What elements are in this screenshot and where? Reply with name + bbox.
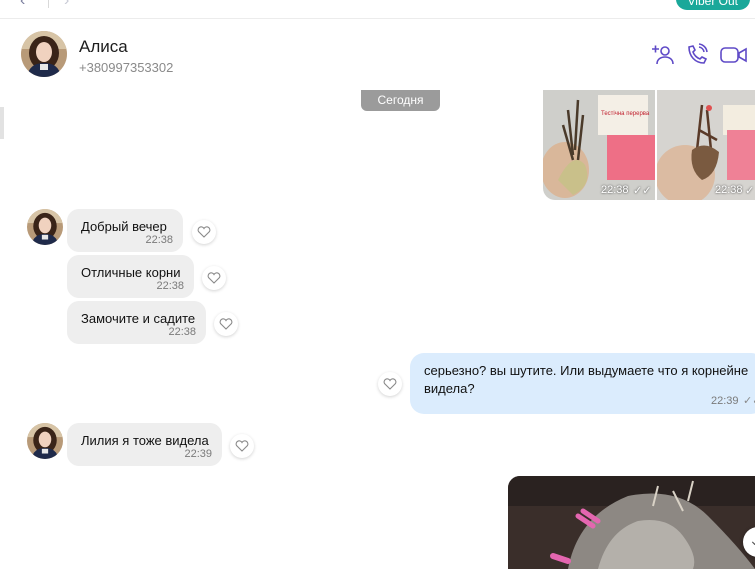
chevron-right-icon[interactable]: › [64, 0, 78, 9]
nav-divider [48, 0, 49, 8]
like-button[interactable] [230, 434, 254, 458]
message-bubble-incoming[interactable]: Добрый вечер 22:38 [67, 209, 183, 252]
video-call-icon[interactable] [719, 43, 747, 67]
message-time: 22:38 [156, 280, 184, 292]
date-separator: Сегодня [361, 90, 440, 111]
like-button[interactable] [378, 372, 402, 396]
top-navigation-strip: ‹ › Viber Out [0, 0, 755, 19]
message-bubble-incoming[interactable]: Отличные корни 22:38 [67, 255, 194, 298]
like-button[interactable] [202, 266, 226, 290]
like-button[interactable] [192, 220, 216, 244]
photo-message[interactable]: 22:38 ✓ [657, 90, 755, 200]
read-receipt-icon: ✓✓ [633, 185, 652, 197]
read-receipt-icon: ✓ [745, 185, 755, 197]
sender-avatar[interactable] [27, 423, 63, 459]
message-time: 22:38 [168, 326, 196, 338]
message-bubble-outgoing[interactable]: серьезно? вы шутите. Или выдумаете что я… [410, 353, 755, 414]
photo-message[interactable]: Тестічна перерва 22:38 ✓✓ [543, 90, 655, 200]
photo-message[interactable] [508, 476, 755, 569]
message-time: 22:39 [184, 448, 212, 460]
contact-name[interactable]: Алиса [79, 37, 128, 57]
message-text: серьезно? вы шутите. Или выдумаете что я… [424, 363, 749, 396]
chat-header: Алиса +380997353302 [0, 19, 755, 91]
scrollbar[interactable] [0, 107, 4, 139]
add-participant-icon[interactable] [650, 43, 678, 67]
message-time: 22:39 [711, 395, 739, 407]
chevron-left-icon[interactable]: ‹ [20, 0, 34, 9]
chat-area[interactable]: Сегодня Тестічна перерва 22:38 ✓✓ 22:38 … [0, 90, 755, 569]
message-time: 22:38 [145, 234, 173, 246]
like-button[interactable] [214, 312, 238, 336]
contact-phone: +380997353302 [79, 60, 174, 75]
photo-sign-text: Тестічна перерва [601, 111, 650, 117]
message-time: 22:38 [715, 184, 743, 196]
message-bubble-incoming[interactable]: Лилия я тоже видела 22:39 [67, 423, 222, 466]
call-icon[interactable] [684, 43, 712, 67]
sender-avatar[interactable] [27, 209, 63, 245]
chevron-down-icon: ⌄ [749, 532, 755, 548]
viber-out-button[interactable]: Viber Out [675, 0, 750, 10]
read-receipt-icon: ✓✓ [743, 395, 755, 407]
message-time: 22:38 [601, 184, 629, 196]
message-bubble-incoming[interactable]: Замочите и садите 22:38 [67, 301, 206, 344]
contact-avatar[interactable] [21, 31, 67, 77]
